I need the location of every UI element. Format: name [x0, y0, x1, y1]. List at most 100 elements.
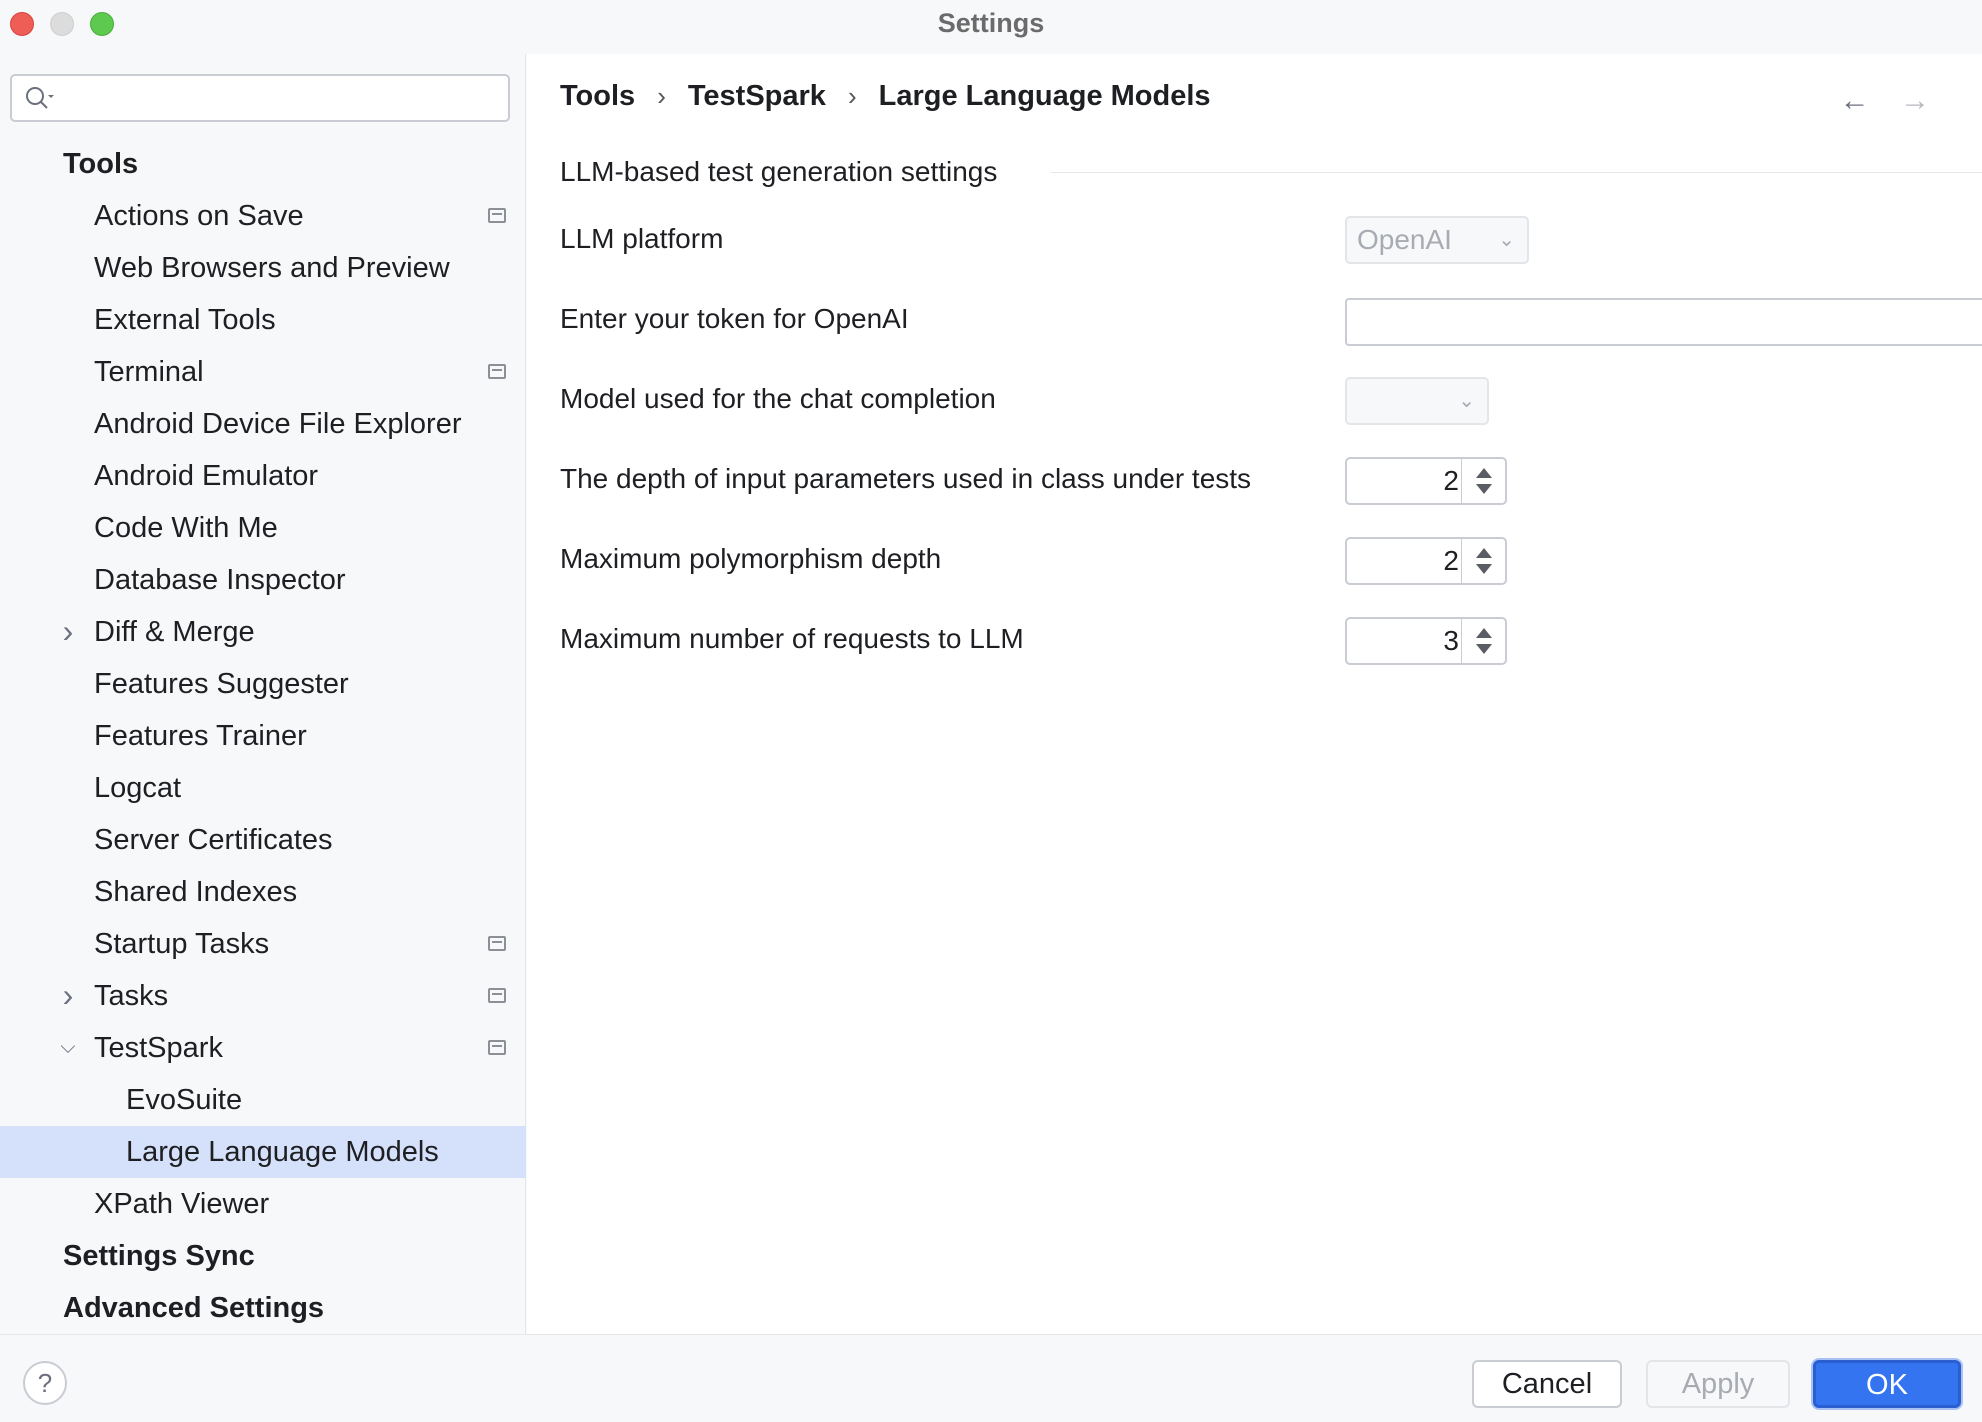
token-input[interactable] [1345, 298, 1982, 346]
token-label: Enter your token for OpenAI [560, 303, 909, 334]
forward-arrow-icon[interactable]: → [1900, 84, 1930, 118]
sidebar-item-testspark[interactable]: ⌵ TestSpark [0, 1022, 526, 1074]
sidebar-item-android-emulator[interactable]: Android Emulator [0, 450, 526, 502]
settings-content: Tools › TestSpark › Large Language Models ← … [527, 54, 1982, 1334]
sidebar-item-label: Actions on Save [94, 200, 304, 232]
increment-arrow-icon[interactable] [1476, 548, 1492, 558]
sidebar-item-large-language-models[interactable]: Large Language Models [0, 1126, 526, 1178]
breadcrumb-item-tools[interactable]: Tools [560, 80, 635, 112]
sidebar-item-features-trainer[interactable]: Features Trainer [0, 710, 526, 762]
sidebar-item-label: Features Suggester [94, 668, 349, 700]
sidebar-item-advanced-settings[interactable]: Advanced Settings [0, 1282, 526, 1334]
chevron-down-icon[interactable]: ⌵ [58, 1022, 78, 1074]
llm-platform-value: OpenAI [1357, 224, 1452, 255]
sidebar-item-label: Tasks [94, 980, 169, 1012]
sidebar-item-label: Database Inspector [94, 564, 346, 596]
project-level-icon [488, 988, 506, 1003]
title-bar: Settings [0, 0, 1982, 46]
chevron-right-icon[interactable]: › [58, 970, 78, 1022]
sidebar-item-database-inspector[interactable]: Database Inspector [0, 554, 526, 606]
increment-arrow-icon[interactable] [1476, 468, 1492, 478]
breadcrumb-item-llm: Large Language Models [878, 80, 1211, 112]
sidebar-item-label: External Tools [94, 304, 276, 336]
sidebar-item-features-suggester[interactable]: Features Suggester [0, 658, 526, 710]
sidebar-item-actions-on-save[interactable]: Actions on Save [0, 190, 526, 242]
sidebar-item-label: Advanced Settings [63, 1292, 325, 1324]
sidebar-item-android-device-file-explorer[interactable]: Android Device File Explorer [0, 398, 526, 450]
sidebar-item-label: XPath Viewer [94, 1188, 270, 1220]
chevron-right-icon[interactable]: › [58, 606, 78, 658]
sidebar-item-label: Logcat [94, 772, 182, 804]
sidebar-item-label: Startup Tasks [94, 928, 270, 960]
breadcrumb-separator: › [657, 81, 666, 111]
sidebar-item-evosuite[interactable]: EvoSuite [0, 1074, 526, 1126]
sidebar-item-tools[interactable]: Tools [0, 138, 526, 190]
search-field[interactable] [10, 74, 510, 122]
sidebar-item-xpath-viewer[interactable]: XPath Viewer [0, 1178, 526, 1230]
sidebar-item-diff-merge[interactable]: › Diff & Merge [0, 606, 526, 658]
window-title: Settings [937, 8, 1045, 38]
llm-platform-label: LLM platform [560, 223, 724, 254]
back-arrow-icon[interactable]: ← [1840, 84, 1870, 118]
sidebar-item-label: Large Language Models [126, 1136, 439, 1168]
polymorphism-depth-label: Maximum polymorphism depth [560, 543, 942, 574]
sidebar-item-label: EvoSuite [126, 1084, 243, 1116]
section-title: LLM-based test generation settings [560, 156, 998, 187]
sidebar-item-external-tools[interactable]: External Tools [0, 294, 526, 346]
spinner-buttons[interactable] [1461, 459, 1505, 503]
sidebar-item-label: Features Trainer [94, 720, 307, 752]
project-level-icon [488, 936, 506, 951]
sidebar-item-label: Shared Indexes [94, 876, 298, 908]
ok-button[interactable]: OK [1813, 1360, 1961, 1408]
search-input[interactable] [60, 80, 500, 116]
breadcrumb-separator: › [847, 81, 857, 111]
sidebar-item-web-browsers-and-preview[interactable]: Web Browsers and Preview [0, 242, 526, 294]
project-level-icon [488, 208, 506, 223]
max-requests-spinner[interactable]: 3 [1345, 617, 1507, 665]
sidebar-item-label: Tools [63, 148, 139, 180]
max-requests-value[interactable]: 3 [1347, 619, 1459, 663]
chevron-down-icon: ⌄ [1498, 229, 1515, 251]
sidebar-item-startup-tasks[interactable]: Startup Tasks [0, 918, 526, 970]
sidebar-item-label: Web Browsers and Preview [94, 252, 450, 284]
sidebar-item-label: Server Certificates [94, 824, 333, 856]
help-icon[interactable]: ? [23, 1361, 67, 1405]
settings-tree: Tools Actions on Save Web Browsers and Pre… [0, 138, 526, 1334]
sidebar-item-terminal[interactable]: Terminal [0, 346, 526, 398]
sidebar-item-label: Code With Me [94, 512, 278, 544]
input-depth-spinner[interactable]: 2 [1345, 457, 1507, 505]
sidebar-item-server-certificates[interactable]: Server Certificates [0, 814, 526, 866]
spinner-buttons[interactable] [1461, 539, 1505, 583]
breadcrumb-item-testspark[interactable]: TestSpark [688, 80, 826, 112]
decrement-arrow-icon[interactable] [1476, 644, 1492, 654]
cancel-button[interactable]: Cancel [1472, 1360, 1622, 1408]
project-level-icon [488, 364, 506, 379]
model-label: Model used for the chat completion [560, 383, 996, 414]
polymorphism-depth-spinner[interactable]: 2 [1345, 537, 1507, 585]
apply-button[interactable]: Apply [1646, 1360, 1790, 1408]
model-dropdown[interactable]: ⌄ [1345, 377, 1489, 425]
history-navigation: ← → [1818, 84, 1930, 118]
sidebar-item-code-with-me[interactable]: Code With Me [0, 502, 526, 554]
sidebar-item-shared-indexes[interactable]: Shared Indexes [0, 866, 526, 918]
increment-arrow-icon[interactable] [1476, 628, 1492, 638]
sidebar-item-tasks[interactable]: › Tasks [0, 970, 526, 1022]
sidebar-item-logcat[interactable]: Logcat [0, 762, 526, 814]
search-icon[interactable] [24, 85, 54, 113]
sidebar-item-label: Android Emulator [94, 460, 319, 492]
spinner-buttons[interactable] [1461, 619, 1505, 663]
polymorphism-depth-value[interactable]: 2 [1347, 539, 1459, 583]
settings-sidebar: Tools Actions on Save Web Browsers and Pre… [0, 54, 526, 1334]
dialog-footer: ? Cancel Apply OK [0, 1334, 1982, 1422]
sidebar-item-label: Diff & Merge [94, 616, 255, 648]
input-depth-value[interactable]: 2 [1347, 459, 1459, 503]
sidebar-item-label: Settings Sync [63, 1240, 255, 1272]
llm-platform-dropdown[interactable]: OpenAI ⌄ [1345, 216, 1529, 264]
sidebar-item-settings-sync[interactable]: Settings Sync [0, 1230, 526, 1282]
decrement-arrow-icon[interactable] [1476, 484, 1492, 494]
section-divider [1051, 172, 1982, 173]
sidebar-item-label: Terminal [94, 356, 204, 388]
project-level-icon [488, 1040, 506, 1055]
decrement-arrow-icon[interactable] [1476, 564, 1492, 574]
sidebar-item-label: Android Device File Explorer [94, 408, 462, 440]
